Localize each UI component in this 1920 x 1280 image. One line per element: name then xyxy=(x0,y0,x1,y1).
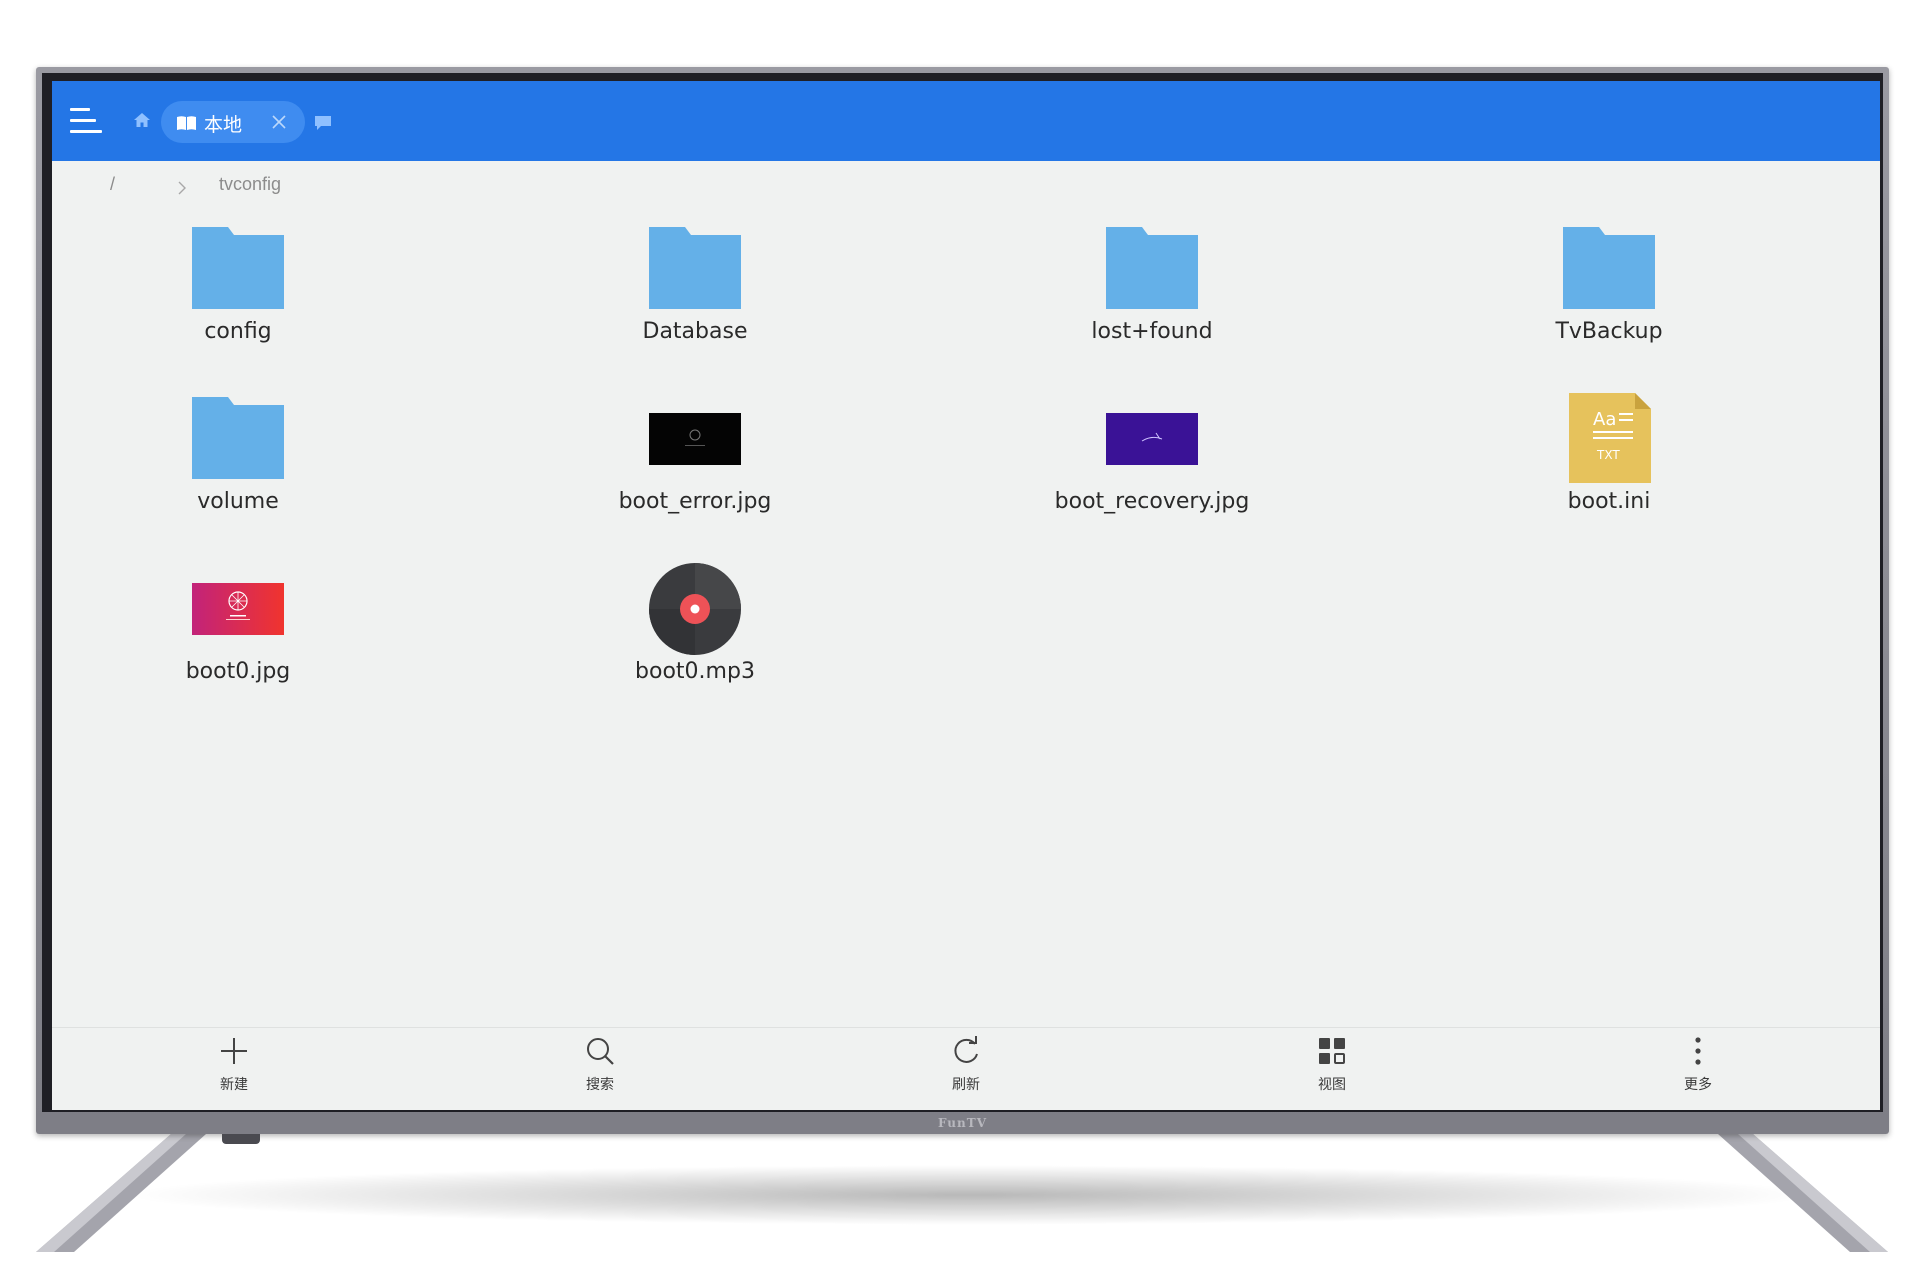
breadcrumb-current[interactable]: tvconfig xyxy=(219,174,281,195)
audio-file-item[interactable]: boot0.mp3 xyxy=(545,561,845,711)
view-label: 视图 xyxy=(1318,1077,1346,1093)
image-file-item[interactable]: boot_recovery.jpg xyxy=(1002,391,1302,541)
tv-brand-logo: FunTV xyxy=(938,1116,987,1130)
tv-left-leg xyxy=(36,1134,206,1252)
text-file-icon: Aa TXT xyxy=(1569,393,1651,483)
folder-item[interactable]: config xyxy=(88,221,388,371)
view-button[interactable]: 视图 xyxy=(1272,1036,1392,1106)
search-label: 搜索 xyxy=(586,1077,614,1093)
search-button[interactable]: 搜索 xyxy=(540,1036,660,1106)
chevron-right-icon xyxy=(178,181,186,195)
refresh-icon xyxy=(954,1036,978,1063)
refresh-button[interactable]: 刷新 xyxy=(906,1036,1026,1106)
folder-icon xyxy=(1106,227,1198,309)
vinyl-record-icon xyxy=(649,563,741,655)
menu-icon[interactable] xyxy=(70,105,102,137)
file-manager-screen: 本地 / tvconfig config Database lost+found… xyxy=(52,81,1880,1110)
image-file-item[interactable]: boot0.jpg xyxy=(88,561,388,711)
search-icon xyxy=(587,1038,614,1065)
storage-icon xyxy=(177,116,196,130)
folder-icon xyxy=(192,397,284,479)
tv-right-leg xyxy=(1718,1134,1888,1252)
file-grid: config Database lost+found TvBackup volu… xyxy=(52,221,1880,721)
svg-text:TXT: TXT xyxy=(1596,448,1620,462)
refresh-label: 刷新 xyxy=(952,1077,980,1093)
folder-item[interactable]: Database xyxy=(545,221,845,371)
new-label: 新建 xyxy=(220,1077,248,1093)
close-icon[interactable] xyxy=(271,114,287,130)
file-name: config xyxy=(204,319,272,344)
folder-icon xyxy=(649,227,741,309)
more-label: 更多 xyxy=(1684,1077,1712,1093)
breadcrumb-root[interactable]: / xyxy=(110,174,115,195)
file-name: boot.ini xyxy=(1567,489,1651,514)
tab-local[interactable]: 本地 xyxy=(161,101,305,143)
file-name: boot0.jpg xyxy=(185,659,291,684)
file-name: lost+found xyxy=(1091,319,1213,344)
image-thumbnail-icon xyxy=(192,583,284,635)
folder-icon xyxy=(1563,227,1655,309)
file-name: TvBackup xyxy=(1555,319,1663,344)
more-vertical-icon xyxy=(1695,1037,1701,1065)
file-name: boot_error.jpg xyxy=(618,489,772,514)
plus-icon xyxy=(221,1038,247,1064)
svg-text:Aa: Aa xyxy=(1593,409,1616,430)
image-file-item[interactable]: boot_error.jpg xyxy=(545,391,845,541)
grid-view-icon xyxy=(1319,1038,1345,1064)
chat-icon[interactable] xyxy=(314,115,332,131)
file-name: volume xyxy=(197,489,279,514)
home-icon[interactable] xyxy=(133,111,151,129)
folder-item[interactable]: volume xyxy=(88,391,388,541)
image-thumbnail-icon xyxy=(649,413,741,465)
bottom-toolbar: 新建 搜索 刷新 视图 更多 xyxy=(52,1027,1880,1110)
new-button[interactable]: 新建 xyxy=(174,1036,294,1106)
folder-item[interactable]: TvBackup xyxy=(1459,221,1759,371)
more-button[interactable]: 更多 xyxy=(1638,1036,1758,1106)
folder-item[interactable]: lost+found xyxy=(1002,221,1302,371)
tv-floor-shadow xyxy=(120,1165,1820,1225)
file-name: boot_recovery.jpg xyxy=(1054,489,1250,514)
tv-ir-receiver xyxy=(222,1134,260,1144)
top-bar: 本地 xyxy=(52,81,1880,161)
tab-label: 本地 xyxy=(204,114,243,136)
text-file-item[interactable]: Aa TXT boot.ini xyxy=(1459,391,1759,541)
file-name: Database xyxy=(642,319,748,344)
folder-icon xyxy=(192,227,284,309)
image-thumbnail-icon xyxy=(1106,413,1198,465)
file-name: boot0.mp3 xyxy=(635,659,755,684)
